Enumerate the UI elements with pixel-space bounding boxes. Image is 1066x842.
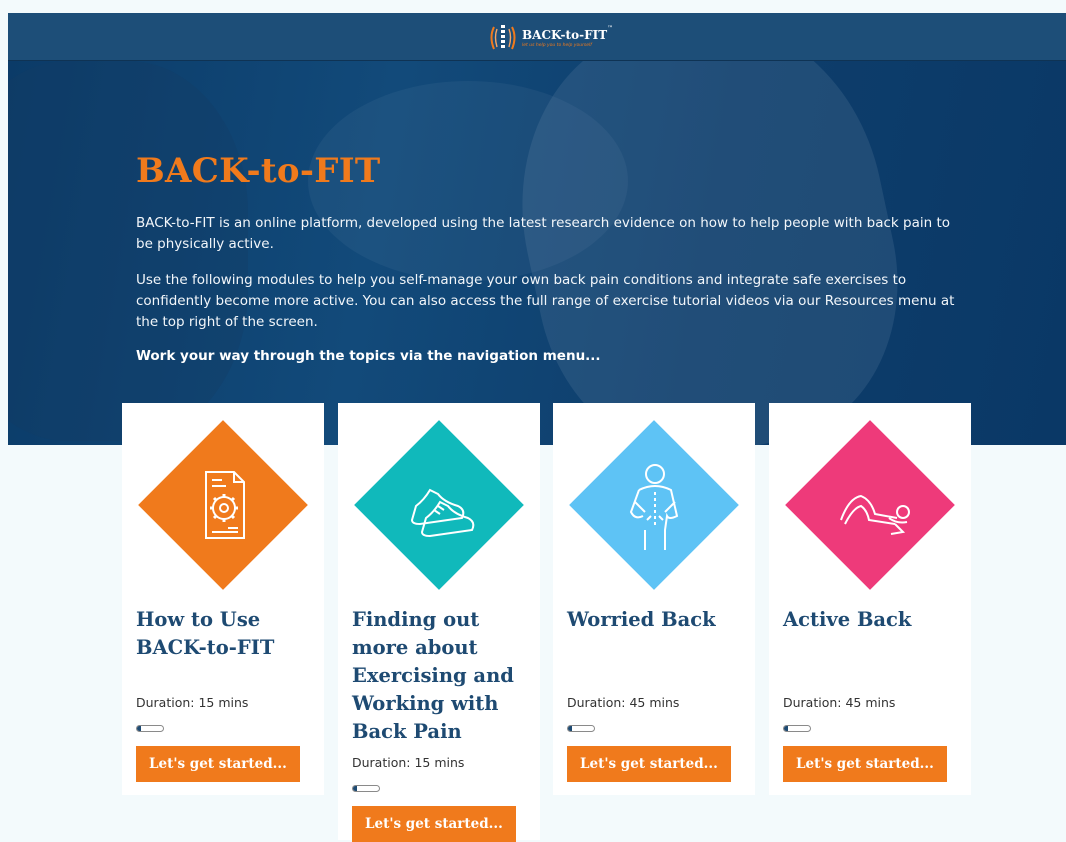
get-started-button[interactable]: Let's get started...: [352, 806, 516, 842]
progress-fill: [784, 726, 788, 731]
stretching-person-icon: [840, 494, 910, 535]
hero-intro-paragraph: BACK-to-FIT is an online platform, devel…: [136, 215, 951, 252]
module-icon-tile: [569, 420, 739, 590]
trademark-symbol: ™: [607, 24, 614, 32]
module-card-exercising-working: Finding out more about Exercising and Wo…: [338, 403, 540, 842]
progress-fill: [568, 726, 572, 731]
logo-tagline: let us help you to help yourself: [522, 42, 592, 48]
sneakers-icon: [410, 488, 475, 538]
spine-logo-icon: [490, 25, 516, 50]
module-icon-tile: [138, 420, 308, 590]
module-progress-bar: [352, 785, 380, 792]
module-title: Finding out more about Exercising and Wo…: [352, 608, 514, 743]
module-progress-bar: [136, 725, 164, 732]
hero-modules-paragraph: Use the following modules to help you se…: [136, 272, 955, 330]
progress-fill: [353, 786, 357, 791]
module-icon-tile: [354, 420, 524, 590]
module-duration: Duration: 15 mins: [352, 755, 465, 770]
logo-name: BACK-to-FIT: [522, 27, 608, 42]
back-pain-icon: [629, 464, 679, 550]
module-progress-bar: [783, 725, 811, 732]
hero-instruction: Work your way through the topics via the…: [136, 348, 601, 364]
top-navigation-bar: BACK-to-FIT™ let us help you to help you…: [8, 13, 1066, 61]
module-card-how-to-use: How to Use BACK-to-FIT Duration: 15 mins…: [122, 403, 324, 795]
module-duration: Duration: 45 mins: [783, 695, 896, 710]
get-started-button[interactable]: Let's get started...: [783, 746, 947, 782]
module-duration: Duration: 45 mins: [567, 695, 680, 710]
back-to-fit-logo[interactable]: BACK-to-FIT™ let us help you to help you…: [488, 21, 613, 53]
progress-fill: [137, 726, 141, 731]
module-card-active-back: Active Back Duration: 45 mins Let's get …: [769, 403, 971, 795]
module-title: How to Use BACK-to-FIT: [136, 608, 275, 659]
hero-banner: BACK-to-FIT BACK-to-FIT is an online pla…: [8, 61, 1066, 445]
module-progress-bar: [567, 725, 595, 732]
get-started-button[interactable]: Let's get started...: [567, 746, 731, 782]
hero-content: BACK-to-FIT BACK-to-FIT is an online pla…: [136, 151, 956, 364]
get-started-button[interactable]: Let's get started...: [136, 746, 300, 782]
hero-title: BACK-to-FIT: [136, 151, 381, 191]
module-card-worried-back: Worried Back Duration: 45 mins Let's get…: [553, 403, 755, 795]
module-title: Active Back: [783, 608, 912, 631]
module-title: Worried Back: [567, 608, 716, 631]
module-icon-tile: [785, 420, 955, 590]
document-gear-icon: [205, 471, 245, 539]
module-duration: Duration: 15 mins: [136, 695, 249, 710]
